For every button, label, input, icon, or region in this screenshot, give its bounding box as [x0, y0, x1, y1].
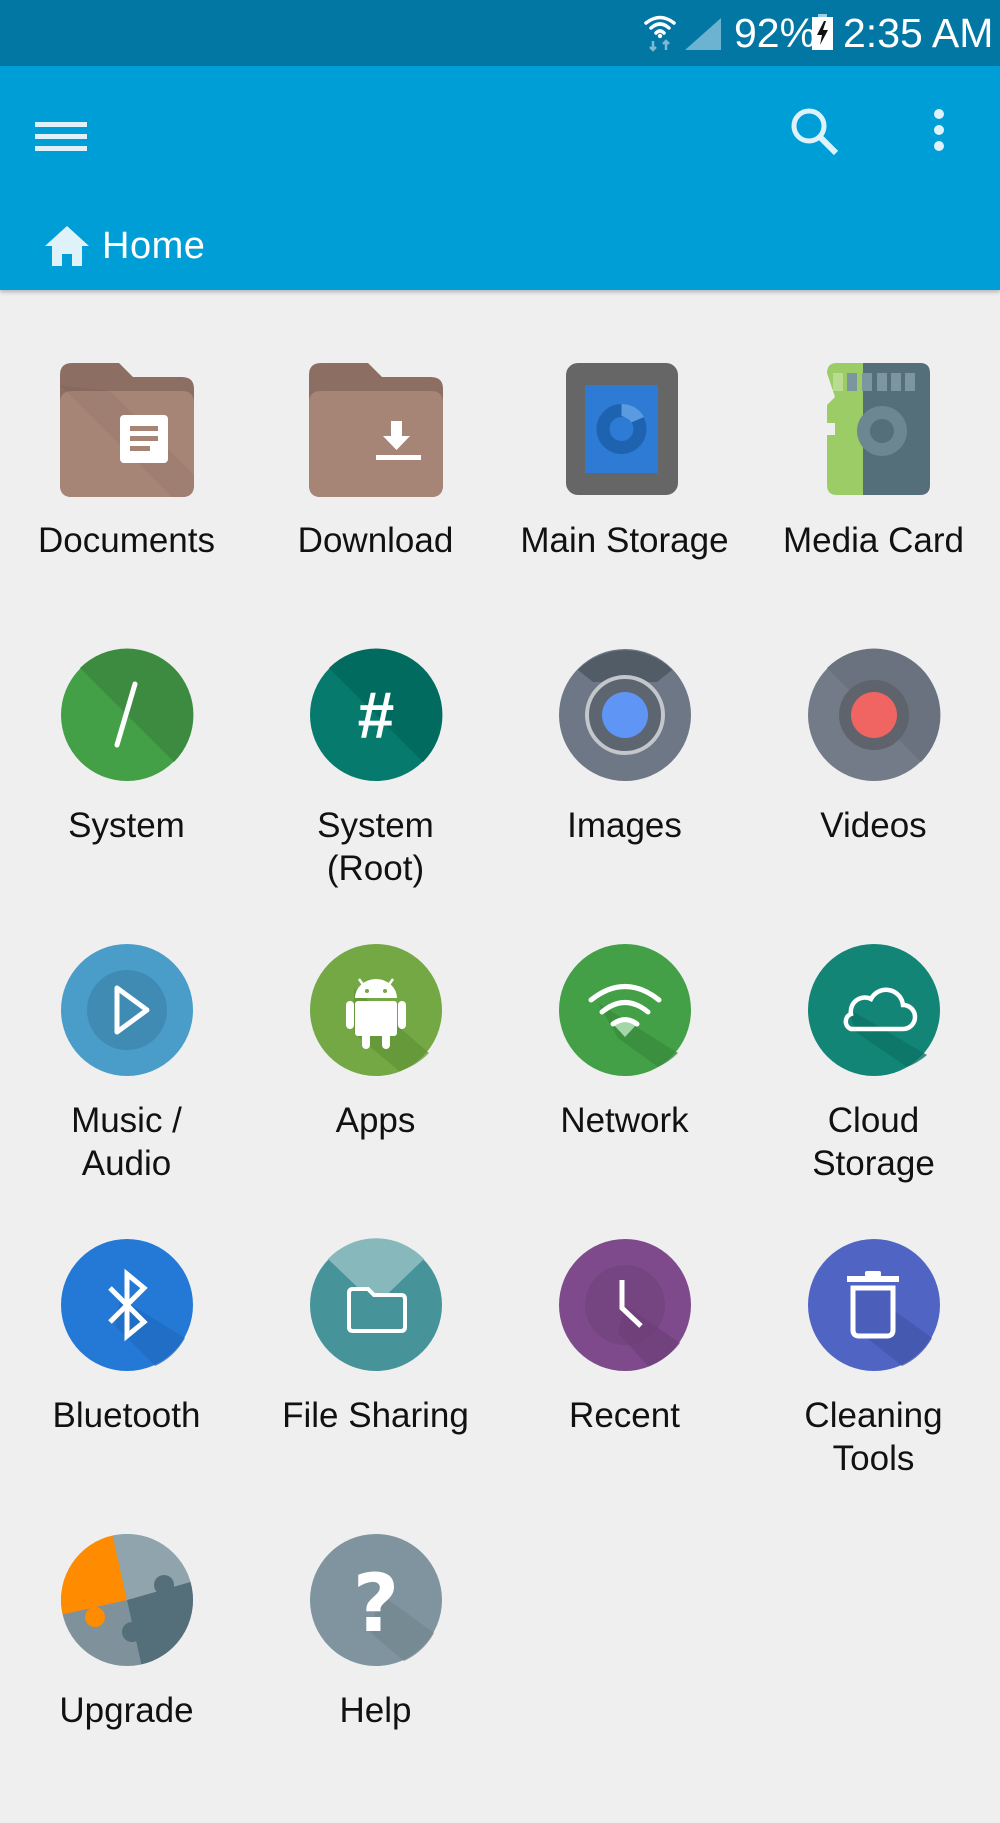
- location-cleaning-tools[interactable]: Cleaning Tools: [749, 1238, 998, 1528]
- location-images[interactable]: Images: [500, 648, 749, 938]
- location-label: Bluetooth: [52, 1396, 201, 1435]
- android-icon: [309, 944, 442, 1076]
- sd-card-icon: [826, 363, 930, 495]
- cell-signal-icon: [685, 18, 721, 50]
- home-icon: [45, 226, 89, 266]
- status-bar: 92% 2:35 AM: [0, 0, 1000, 66]
- location-apps[interactable]: Apps: [251, 943, 500, 1233]
- play-icon: [60, 944, 193, 1076]
- battery-charging-icon: [812, 14, 833, 50]
- hamburger-menu-icon: [35, 122, 87, 151]
- video-record-icon: [807, 648, 940, 781]
- svg-text:?: ?: [352, 1557, 398, 1650]
- location-label: File Sharing: [282, 1396, 469, 1435]
- location-bluetooth[interactable]: Bluetooth: [2, 1238, 251, 1528]
- location-system[interactable]: System: [2, 648, 251, 938]
- location-help[interactable]: ? Help: [251, 1533, 500, 1823]
- more-vert-icon: [934, 109, 944, 151]
- location-label: Documents: [37, 521, 216, 560]
- location-label: Upgrade: [59, 1691, 194, 1730]
- help-icon: ?: [309, 1534, 442, 1666]
- location-label: Network: [560, 1101, 689, 1140]
- location-file-sharing[interactable]: File Sharing: [251, 1238, 500, 1528]
- location-label: Images: [567, 806, 682, 845]
- location-label: Cleaning Tools: [804, 1396, 943, 1478]
- location-main-storage[interactable]: Main Storage: [500, 363, 749, 653]
- camera-lens-icon: [558, 649, 691, 781]
- search-button[interactable]: [782, 96, 848, 166]
- location-label: Download: [297, 521, 454, 560]
- location-recent[interactable]: Recent: [500, 1238, 749, 1528]
- location-label: Videos: [820, 806, 927, 845]
- root-hash-icon: #: [309, 648, 442, 781]
- download-folder-icon: [308, 363, 443, 497]
- location-network[interactable]: Network: [500, 943, 749, 1233]
- more-options-button[interactable]: [912, 96, 966, 166]
- bluetooth-icon: [60, 1239, 193, 1371]
- location-documents[interactable]: Documents: [2, 363, 251, 653]
- puzzle-icon: [60, 1534, 193, 1666]
- location-label: Recent: [569, 1396, 680, 1435]
- location-label: System: [68, 806, 185, 845]
- location-system-root[interactable]: # System (Root): [251, 648, 500, 938]
- location-label: Music / Audio: [71, 1101, 182, 1183]
- location-download[interactable]: Download: [251, 363, 500, 653]
- location-music-audio[interactable]: Music / Audio: [2, 943, 251, 1233]
- clock-icon: [558, 1239, 691, 1371]
- location-label: Main Storage: [520, 521, 729, 560]
- battery-percent: 92%: [734, 10, 817, 56]
- location-videos[interactable]: Videos: [749, 648, 998, 938]
- location-media-card[interactable]: Media Card: [749, 363, 998, 653]
- location-label: Apps: [335, 1101, 416, 1140]
- main-storage-icon: [565, 363, 678, 495]
- menu-button[interactable]: [28, 106, 94, 166]
- location-label: Media Card: [783, 521, 964, 560]
- app-bar: Home: [0, 66, 1000, 290]
- breadcrumb-label: Home: [102, 224, 206, 267]
- system-slash-icon: [60, 648, 193, 781]
- trash-icon: [807, 1239, 940, 1371]
- location-label: System (Root): [317, 806, 434, 888]
- wifi-data-icon: [644, 15, 676, 52]
- svg-text:#: #: [357, 678, 394, 752]
- clock-time: 2:35 AM: [843, 10, 994, 56]
- documents-folder-icon: [59, 363, 194, 497]
- cloud-icon: [807, 944, 940, 1076]
- breadcrumb-home[interactable]: Home: [44, 216, 205, 276]
- file-sharing-folder-icon: [309, 1238, 442, 1371]
- wifi-network-icon: [558, 944, 691, 1076]
- location-label: Cloud Storage: [812, 1101, 935, 1183]
- location-label: Help: [339, 1691, 412, 1730]
- location-cloud-storage[interactable]: Cloud Storage: [749, 943, 998, 1233]
- search-icon: [791, 108, 839, 156]
- location-upgrade[interactable]: Upgrade: [2, 1533, 251, 1823]
